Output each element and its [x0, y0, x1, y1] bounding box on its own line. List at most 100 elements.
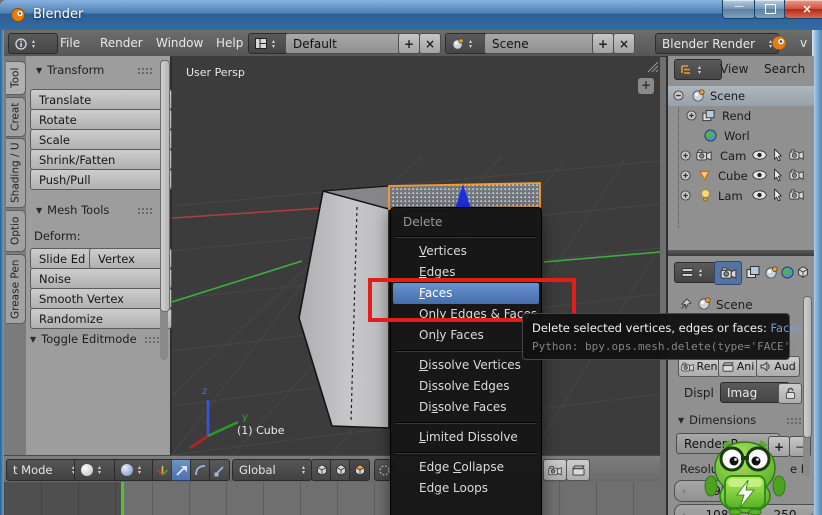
expand-plus-icon[interactable]: [680, 190, 691, 201]
shelf-tab-options[interactable]: Optio: [6, 210, 26, 252]
panel-grip-icon[interactable]: [137, 67, 152, 75]
menu-item-edge-loops[interactable]: Edge Loops: [393, 478, 539, 499]
selectable-cursor-icon[interactable]: [773, 148, 783, 162]
scene-name-field[interactable]: Scene: [484, 33, 606, 54]
menu-window[interactable]: Window: [152, 30, 207, 56]
outliner-row-camera[interactable]: Cam: [668, 146, 814, 166]
menu-item-dissolve-vertices[interactable]: Dissolve Vertices: [393, 355, 539, 376]
menu-item-limited-dissolve[interactable]: Limited Dissolve: [393, 427, 539, 448]
transform-panel-header[interactable]: ▼ Transform: [36, 63, 104, 77]
visibility-eye-icon[interactable]: [752, 190, 767, 200]
scrollbar-thumb[interactable]: [803, 296, 812, 438]
add-layout-button[interactable]: [398, 33, 420, 54]
randomize-button[interactable]: Randomize: [30, 308, 172, 329]
noise-button[interactable]: Noise: [30, 268, 172, 289]
render-animation-button[interactable]: [566, 459, 590, 481]
shrink-fatten-button[interactable]: Shrink/Fatten: [30, 149, 172, 170]
timeline-strip[interactable]: [4, 482, 660, 515]
region-resize-grip-icon[interactable]: [644, 58, 658, 72]
menu-item-edge-collapse[interactable]: Edge Collapse: [393, 457, 539, 478]
tab-render-layers[interactable]: [742, 261, 764, 283]
outliner-view-menu[interactable]: View: [720, 62, 748, 76]
shelf-tab-create[interactable]: Creat: [6, 97, 26, 137]
toggle-editmode-panel-header[interactable]: ▼ Toggle Editmode: [30, 332, 137, 346]
renderable-camera-icon[interactable]: [789, 169, 804, 180]
interaction-mode-dropdown[interactable]: t Mode▴▾: [6, 459, 82, 481]
visibility-eye-icon[interactable]: [752, 150, 767, 160]
tab-render-properties[interactable]: [714, 261, 742, 285]
visibility-eye-icon[interactable]: [752, 170, 767, 180]
manipulator-axes-button[interactable]: [152, 459, 173, 481]
properties-scrollbar[interactable]: [803, 296, 810, 476]
display-label: Displ: [684, 386, 714, 400]
shelf-tab-grease-pencil[interactable]: Grease Pen: [6, 254, 26, 324]
rotate-button[interactable]: Rotate: [30, 109, 172, 130]
render-engine-dropdown[interactable]: Blender Render▴▾: [655, 33, 779, 54]
edge-select-button[interactable]: [330, 459, 351, 481]
outliner-search-menu[interactable]: Search: [764, 62, 805, 76]
menu-render[interactable]: Render: [96, 30, 147, 56]
lock-interface-button[interactable]: [778, 383, 802, 404]
outliner-row-world[interactable]: Worl: [668, 126, 814, 146]
face-select-cube-icon: [353, 463, 367, 477]
shelf-tab-tools[interactable]: Tool: [6, 61, 26, 95]
renderable-camera-icon[interactable]: [789, 149, 804, 160]
mesh-tools-panel-header[interactable]: ▼ Mesh Tools: [36, 203, 109, 217]
transform-orientation-dropdown[interactable]: Global▴▾: [232, 459, 312, 481]
rotate-manipulator-button[interactable]: [190, 459, 211, 481]
scrollbar-thumb[interactable]: [160, 60, 170, 312]
tool-shelf-scrollbar[interactable]: [160, 60, 168, 360]
scale-button[interactable]: Scale: [30, 129, 172, 150]
selectable-cursor-icon[interactable]: [773, 168, 783, 182]
panel-grip-icon[interactable]: [786, 417, 801, 425]
minimize-button[interactable]: —: [722, 0, 756, 19]
delete-layout-button[interactable]: [419, 33, 441, 54]
face-select-button[interactable]: [349, 459, 370, 481]
outliner-row-cube[interactable]: Cube: [668, 166, 814, 186]
translate-manipulator-button[interactable]: [171, 459, 192, 481]
close-button[interactable]: ×: [784, 0, 822, 19]
panel-grip-icon[interactable]: [144, 336, 159, 344]
selectable-cursor-icon[interactable]: [773, 188, 783, 202]
active-object-label: (1) Cube: [237, 424, 284, 437]
menu-item-vertices[interactable]: Vertices: [393, 241, 539, 262]
scale-manipulator-button[interactable]: [209, 459, 230, 481]
renderable-camera-icon[interactable]: [789, 189, 804, 200]
menu-item-dissolve-faces[interactable]: Dissolve Faces: [393, 397, 539, 418]
expand-plus-icon[interactable]: [686, 110, 697, 121]
viewport-header-bar: t Mode▴▾ ▴▾ ▴▾ Global▴▾: [4, 455, 660, 484]
panel-grip-icon[interactable]: [137, 207, 152, 215]
vertex-select-button[interactable]: [311, 459, 332, 481]
outliner-editor-dropdown[interactable]: ▴▾: [674, 59, 722, 80]
deform-label: Deform:: [34, 229, 81, 243]
info-editor-dropdown[interactable]: ▴▾: [8, 33, 58, 54]
properties-breadcrumb: Scene: [716, 298, 753, 312]
add-scene-button[interactable]: [592, 33, 614, 54]
screen-layout-name-field[interactable]: Default: [285, 33, 413, 54]
maximize-button[interactable]: [754, 0, 786, 19]
pin-icon[interactable]: [680, 298, 692, 310]
shelf-tab-shading[interactable]: Shading / U: [6, 138, 26, 208]
y-axis-line: [172, 261, 302, 302]
render-image-button[interactable]: [543, 459, 567, 481]
menu-item-only-faces[interactable]: Only Faces: [393, 325, 539, 346]
push-pull-button[interactable]: Push/Pull: [30, 169, 172, 190]
editor-splitter[interactable]: [668, 250, 814, 256]
playhead-marker[interactable]: [121, 482, 124, 515]
title-bar[interactable]: Blender — ×: [0, 0, 822, 31]
outliner-row-lamp[interactable]: Lam: [668, 186, 814, 206]
delete-scene-button[interactable]: [613, 33, 635, 54]
tab-object-properties[interactable]: [794, 261, 812, 283]
expand-plus-icon[interactable]: [680, 170, 691, 181]
outliner-row-scene[interactable]: Scene: [668, 86, 814, 106]
smooth-vertex-button[interactable]: Smooth Vertex: [30, 288, 172, 309]
collapse-minus-icon[interactable]: [673, 90, 684, 101]
expand-plus-icon[interactable]: [680, 150, 691, 161]
properties-region-expand-button[interactable]: +: [638, 78, 654, 94]
menu-file[interactable]: File: [56, 30, 84, 56]
translate-button[interactable]: Translate: [30, 89, 172, 110]
dimensions-panel-header[interactable]: ▼ Dimensions: [678, 413, 756, 427]
menu-help[interactable]: Help: [212, 30, 247, 56]
outliner-row-renderlayers[interactable]: Rend: [668, 106, 814, 126]
menu-item-dissolve-edges[interactable]: Dissolve Edges: [393, 376, 539, 397]
